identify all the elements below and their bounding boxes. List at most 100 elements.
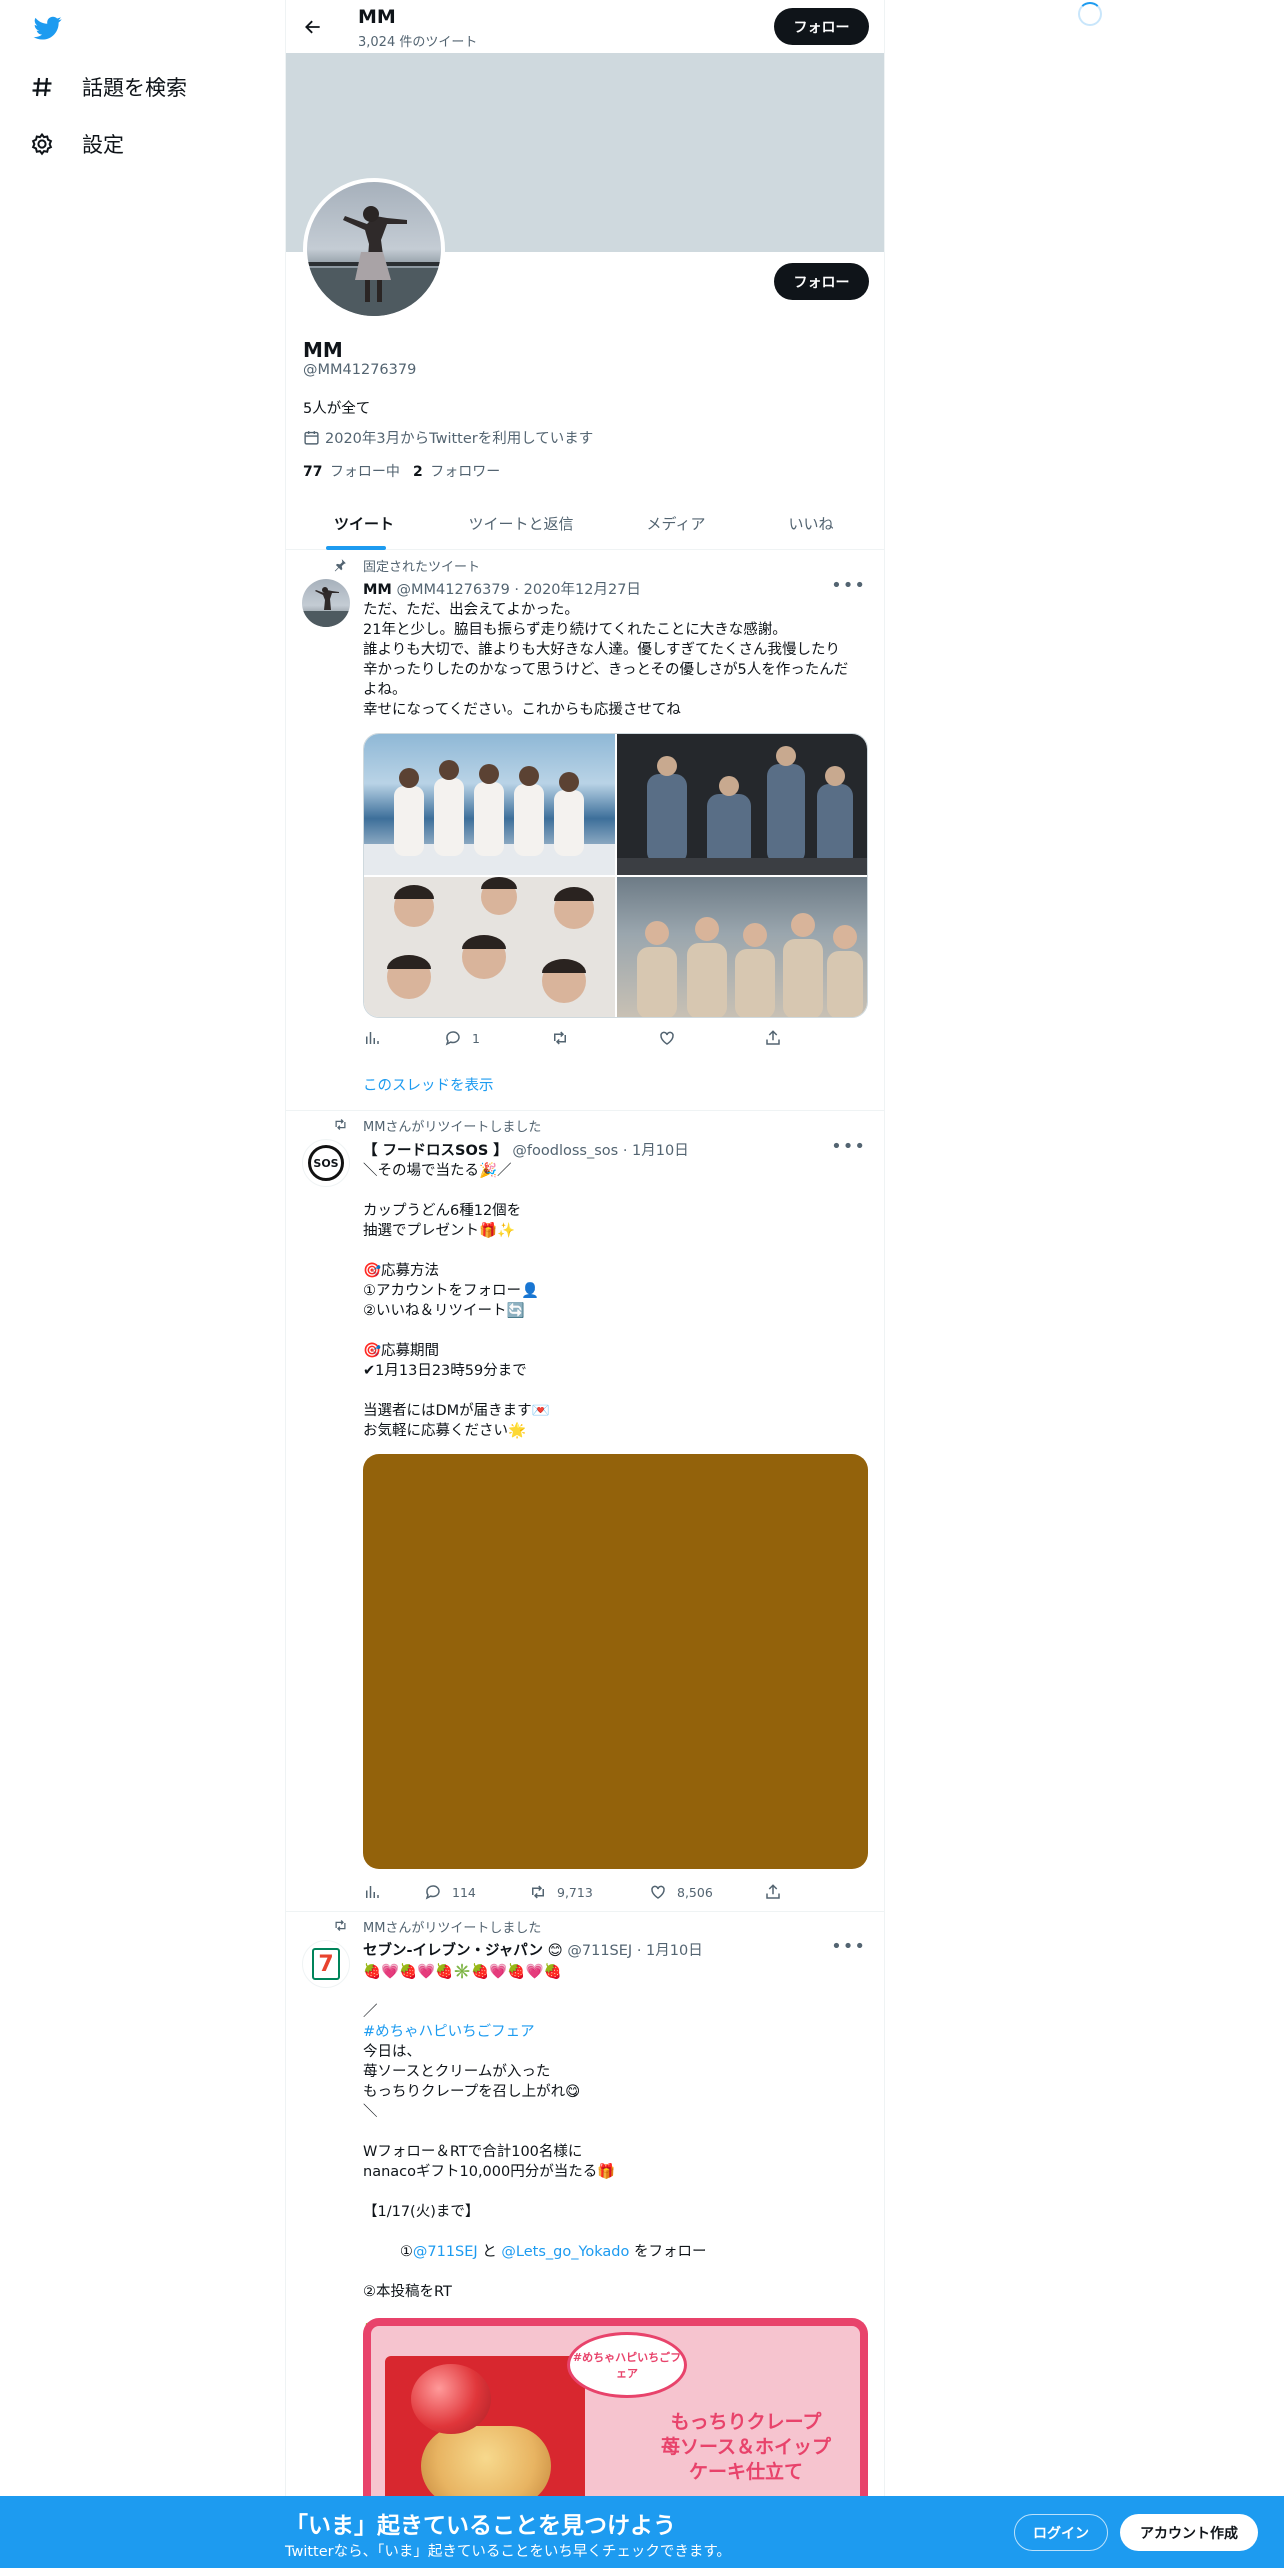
tab-likes-label: いいね [788,514,834,533]
tweet-text-part-1: 🍓💗🍓💗🍓✳️🍓💗🍓💗🍓 ／ [363,1964,562,2020]
promo-title-badge: #めちゃハピいちごフェア [567,2332,687,2398]
tweet-text-part-2: 今日は、 苺ソースとクリームが入った もっちりクレープを召し上がれ😋 ＼ Wフォ… [363,2044,616,2220]
retweet-count: 9,713 [557,1884,593,1900]
tweet-date[interactable]: 1月10日 [632,1143,689,1159]
tweet-dot: · [636,1943,642,1959]
tweet-date[interactable]: 1月10日 [646,1943,703,1959]
like-button[interactable] [658,1029,676,1047]
reply-button[interactable]: 114 [424,1883,476,1901]
photo-1[interactable] [364,734,615,875]
sos-logo-text: SOS [313,1156,339,1170]
promo-balloon [411,2364,491,2434]
analytics-button[interactable] [363,1883,381,1901]
tweet-retweet-foodloss[interactable]: MMさんがリツイートしました SOS 【 フードロスSOS 】 @foodlos… [286,1111,884,1911]
arrow-left-icon [305,20,320,34]
tweet-retweet-seven-eleven[interactable]: MMさんがリツイートしました 7 セブン-イレブン・ジャパン 😊 @711SEJ… [286,1912,884,2496]
photo-4[interactable] [617,877,867,1017]
reply-count: 1 [472,1030,480,1046]
back-button[interactable] [300,14,326,40]
tweet-text: ＼その場で当たる🎉／ カップうどん6種12個を 抽選でプレゼント🎁✨ 🎯応募方法… [363,1163,550,1439]
photo-2[interactable] [617,734,867,875]
tweet-header: 【 フードロスSOS 】 @foodloss_sos · 1月10日 [363,1139,689,1160]
promo-copy: もっちりクレープ 苺ソース＆ホイップ ケーキ仕立て [626,2410,860,2485]
twitter-logo[interactable] [32,14,64,42]
share-button[interactable] [764,1029,782,1047]
analytics-icon [366,1032,379,1044]
header-tweet-count: 3,024 件のツイート [358,35,478,50]
twitter-bird-icon [33,16,62,40]
seven-eleven-logo-text: 7 [318,1951,334,1977]
photo-2-people [617,746,867,875]
calendar-icon [304,431,319,445]
nav-explore[interactable]: 話題を検索 [30,59,187,115]
tab-tweets-and-replies[interactable]: ツイートと返信 [446,496,596,550]
photo-3[interactable] [364,877,615,1017]
profile-joined: 2020年3月からTwitterを利用しています [303,427,593,448]
hashtag-icon [32,77,52,97]
tweet-author-name[interactable]: MM [363,582,392,598]
verified-badge-icon: 😊 [547,1943,563,1959]
signup-button[interactable]: アカウント作成 [1120,2514,1258,2551]
show-thread-link[interactable]: このスレッドを表示 [363,1074,494,1095]
mention-and: と [477,2244,502,2260]
tweet-context: MMさんがリツイートしました [363,1921,542,1936]
mention-711sej[interactable]: @711SEJ [413,2244,478,2260]
analytics-icon [366,1886,379,1898]
tweet-dot: · [622,1143,628,1159]
tweet-header: セブン-イレブン・ジャパン 😊 @711SEJ · 1月10日 [363,1939,703,1960]
retweet-button[interactable] [551,1029,569,1047]
share-button[interactable] [764,1883,782,1901]
loading-spinner-icon [1078,2,1102,26]
profile-joined-text: 2020年3月からTwitterを利用しています [325,431,594,447]
header-follow-button[interactable]: フォロー [774,8,869,45]
tab-likes[interactable]: いいね [751,496,871,550]
following-link[interactable]: 77 フォロー中 [303,461,400,481]
tweet-author-name[interactable]: 【 フードロスSOS 】 [363,1143,508,1159]
tweet-media[interactable] [363,1454,868,1869]
more-options-icon[interactable]: ••• [831,1136,866,1157]
reply-button[interactable]: 1 [444,1029,480,1047]
analytics-button[interactable] [363,1029,381,1047]
tweet-photo-grid [363,733,868,1018]
retweet-button[interactable]: 9,713 [529,1883,593,1901]
following-label: フォロー中 [329,464,400,480]
profile-avatar[interactable] [303,178,445,320]
profile-name: MM [303,338,343,362]
like-button[interactable]: 8,506 [649,1883,713,1901]
retweet-context-icon [335,1119,346,1130]
tweet-avatar[interactable] [302,579,350,627]
tweet-context: 固定されたツイート [363,560,481,575]
tweet-media-promo[interactable]: #めちゃハピいちごフェア もっちりクレープ 苺ソース＆ホイップ ケーキ仕立て [363,2318,868,2496]
profile-column: MM 3,024 件のツイート フォロー フォロー MM @MM41276379… [285,0,885,2568]
login-button[interactable]: ログイン [1014,2514,1108,2551]
nav-explore-label: 話題を検索 [82,76,187,100]
share-icon [766,1030,780,1045]
tweet-context: MMさんがリツイートしました [363,1120,542,1135]
tweet-pinned[interactable]: 固定されたツイート MM @MM41276379 · 2020年12月27日 •… [286,551,884,1110]
reply-count: 114 [452,1884,476,1900]
reply-icon [425,1885,440,1900]
heart-icon [660,1031,674,1045]
tweet-author-name[interactable]: セブン-イレブン・ジャパン [363,1943,543,1959]
mention-lets-go-yokado[interactable]: @Lets_go_Yokado [501,2244,629,2260]
tweet-dot: · [514,582,520,598]
retweet-context-icon [335,1920,346,1931]
followers-link[interactable]: 2 フォロワー [413,461,500,481]
more-options-icon[interactable]: ••• [831,1936,866,1957]
tab-replies-label: ツイートと返信 [468,514,574,533]
avatar-photo-small [302,587,350,627]
promo-line-3: ケーキ仕立て [688,2461,803,2483]
avatar-photo [307,206,441,316]
signup-prompt-subtitle: Twitterなら、「いま」起きていることをいち早くチェックできます。 [285,2544,731,2560]
tweet-avatar[interactable]: 7 [302,1940,350,1988]
more-options-icon[interactable]: ••• [831,575,866,596]
tab-tweets[interactable]: ツイート [300,496,428,550]
hashtag-link[interactable]: #めちゃハピいちごフェア [363,2022,873,2042]
tweet-avatar[interactable]: SOS [302,1139,350,1187]
tab-media[interactable]: メディア [616,496,736,550]
share-icon [766,1884,780,1899]
profile-follow-button[interactable]: フォロー [774,263,869,300]
nav-settings[interactable]: 設定 [30,116,124,172]
profile-handle: @MM41276379 [303,362,417,378]
tweet-date[interactable]: 2020年12月27日 [524,582,641,598]
